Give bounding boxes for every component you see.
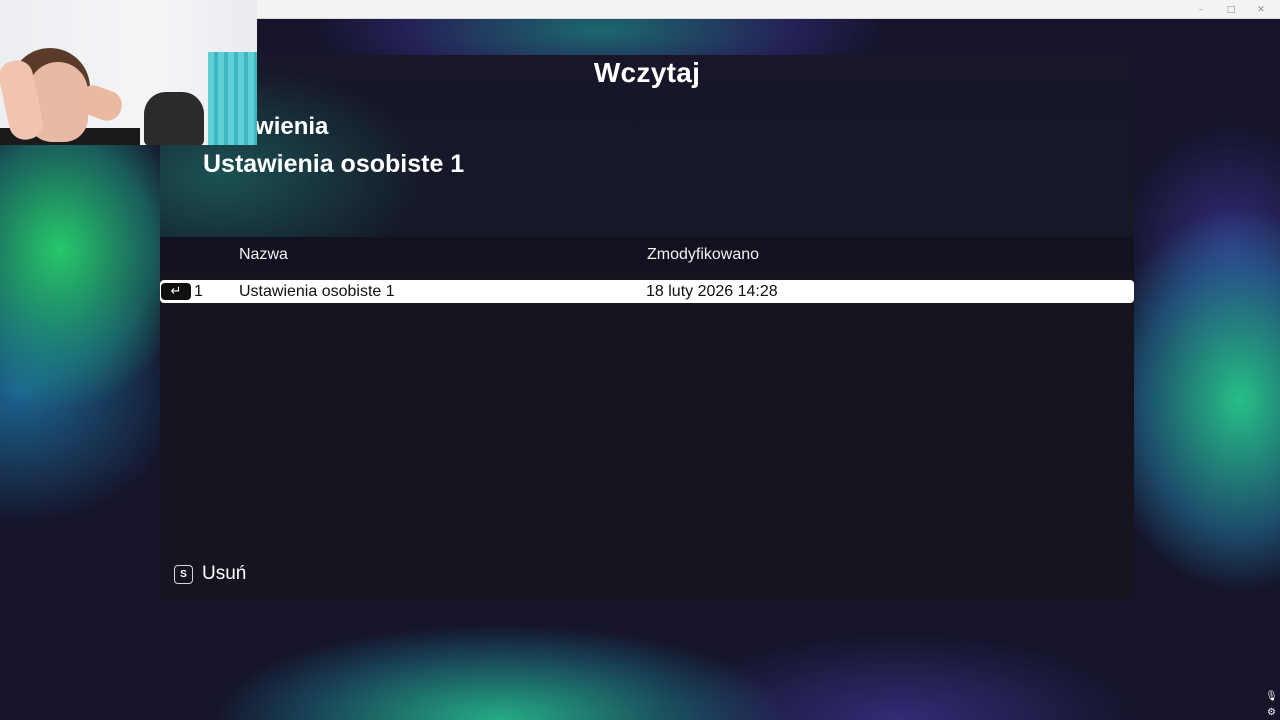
minimize-button[interactable]: – [1186,0,1216,19]
maximize-button[interactable]: □ [1216,0,1246,19]
row-index: 1 [194,283,203,300]
load-dialog: Wczytaj Ustawienia Ustawienia osobiste 1… [160,55,1134,600]
table-row[interactable]: ↵ 1 Ustawienia osobiste 1 18 luty 2026 1… [160,280,1134,303]
table-header: Nazwa Zmodyfikowano [160,237,1134,273]
webcam-chair [144,92,204,145]
row-name: Ustawienia osobiste 1 [239,283,395,300]
column-header-name[interactable]: Nazwa [239,246,288,264]
settings-icon[interactable]: ⚙ [1266,706,1278,718]
column-header-modified[interactable]: Zmodyfikowano [647,246,759,264]
dialog-title: Wczytaj [593,57,701,88]
row-modified: 18 luty 2026 14:28 [646,283,778,300]
webcam-curtain [208,52,257,145]
window-controls: – □ ✕ [1186,0,1276,19]
microphone-icon[interactable]: 🎙 [1265,690,1278,702]
enter-key-icon: ↵ [161,283,191,300]
delete-label: Usuń [202,563,247,584]
delete-action[interactable]: S Usuń [174,563,246,585]
tray-icons: 🎙 ⚙ [1265,690,1278,718]
dialog-header: Wczytaj Ustawienia Ustawienia osobiste 1 [160,55,1134,237]
s-key-icon: S [174,564,193,584]
selected-preset-name: Ustawienia osobiste 1 [203,150,465,178]
close-button[interactable]: ✕ [1246,0,1276,19]
webcam-overlay [0,0,257,145]
